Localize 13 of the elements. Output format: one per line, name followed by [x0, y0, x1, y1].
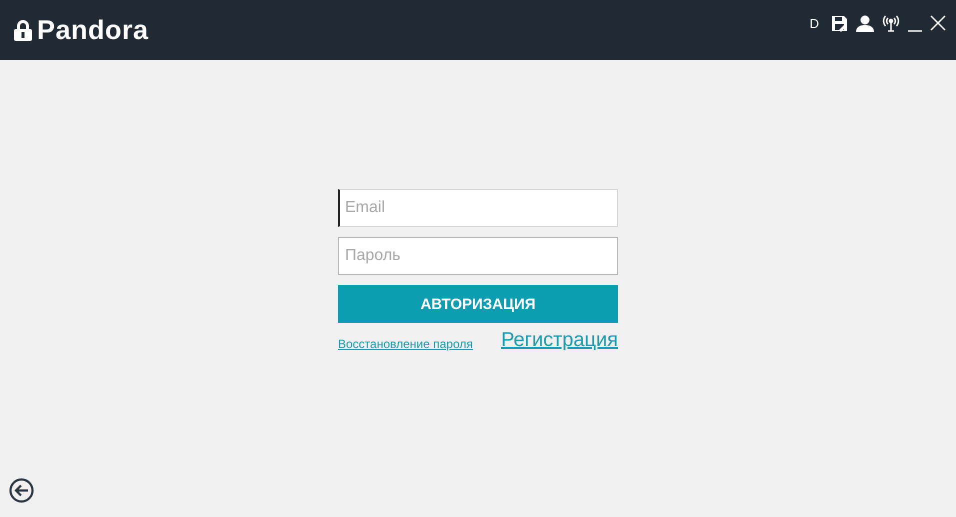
lock-icon — [13, 19, 33, 41]
user-icon[interactable] — [856, 14, 874, 32]
save-icon[interactable] — [831, 14, 848, 32]
register-link[interactable]: Регистрация — [501, 329, 618, 352]
logo-text: Pandora — [37, 14, 149, 46]
user-initial: D — [810, 16, 819, 30]
password-field[interactable]: Пароль — [338, 237, 618, 275]
antenna-icon[interactable] — [882, 14, 900, 32]
email-field[interactable]: Email — [338, 189, 618, 227]
login-button[interactable]: АВТОРИЗАЦИЯ — [338, 285, 618, 323]
password-recovery-link[interactable]: Восстановление пароля — [338, 337, 473, 351]
close-icon[interactable] — [930, 15, 946, 31]
back-icon[interactable] — [9, 478, 34, 503]
